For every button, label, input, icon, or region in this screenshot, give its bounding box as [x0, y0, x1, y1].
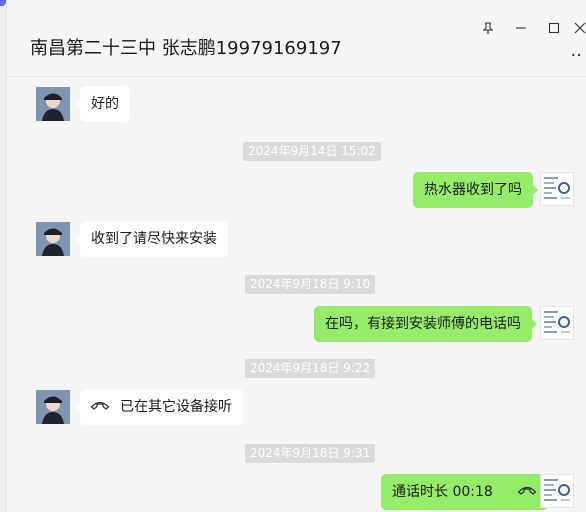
maximize-icon[interactable]	[543, 18, 565, 38]
call-record-bubble[interactable]: 已在其它设备接听	[75, 389, 243, 425]
timestamp: 2024年9月18日 9:10	[245, 275, 376, 294]
message-bubble[interactable]: 收到了请尽快来安装	[75, 221, 228, 257]
timestamp: 2024年9月14日 15:02	[243, 142, 381, 161]
message-list[interactable]: 好的 2024年9月14日 15:02 热水器收到了吗 收到了请尽快来安装 20…	[7, 77, 586, 512]
call-record-text: 通话时长 00:18	[392, 484, 493, 500]
chat-window: 南昌第二十三中 张志鹏19979169197 .. 好的 2024年9月14日 …	[0, 0, 586, 512]
avatar[interactable]	[540, 172, 574, 206]
avatar[interactable]	[540, 474, 574, 508]
sidebar-edge	[0, 0, 7, 512]
timestamp: 2024年9月18日 9:31	[245, 444, 376, 463]
message-bubble[interactable]: 好的	[75, 86, 130, 122]
message-bubble[interactable]: 热水器收到了吗	[413, 172, 538, 208]
close-icon[interactable]	[569, 18, 586, 38]
chat-title: 南昌第二十三中 张志鹏19979169197	[30, 38, 342, 59]
pin-icon[interactable]	[477, 18, 499, 38]
avatar[interactable]	[36, 87, 70, 121]
avatar[interactable]	[36, 222, 70, 256]
message-bubble[interactable]: 在吗，有接到安装师傅的电话吗	[314, 306, 537, 342]
phone-icon	[497, 482, 537, 502]
chat-header: 南昌第二十三中 张志鹏19979169197 ..	[7, 0, 586, 77]
avatar[interactable]	[36, 390, 70, 424]
call-record-text: 已在其它设备接听	[120, 399, 232, 415]
avatar[interactable]	[540, 306, 574, 340]
phone-icon	[90, 397, 120, 417]
timestamp: 2024年9月18日 9:22	[245, 359, 376, 378]
call-record-bubble[interactable]: 通话时长 00:18	[381, 474, 554, 510]
more-icon[interactable]: ..	[571, 42, 582, 60]
minimize-icon[interactable]	[510, 18, 532, 38]
